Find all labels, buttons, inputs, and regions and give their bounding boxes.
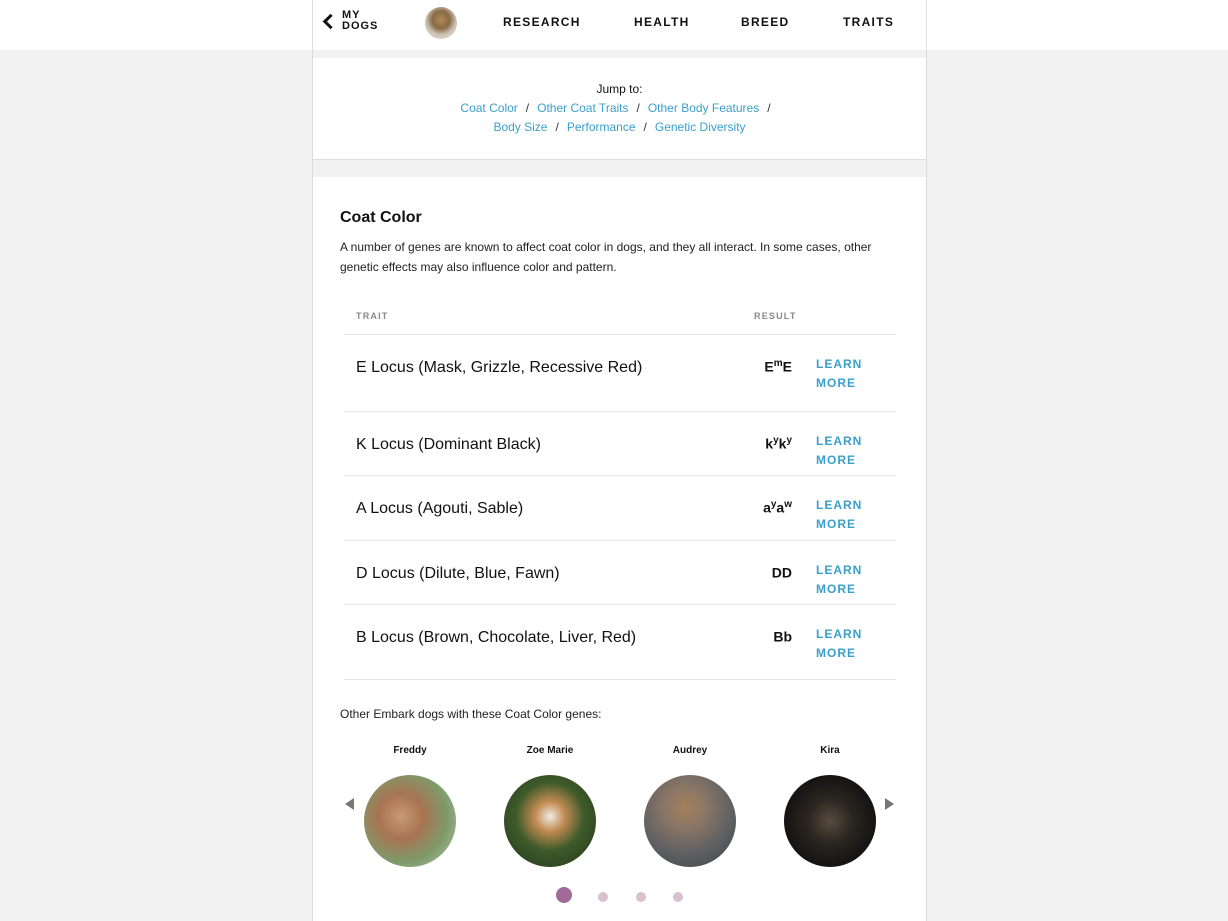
jump-separator: / xyxy=(767,101,771,115)
learn-more-link[interactable]: LEARN MORE xyxy=(816,625,876,663)
dog-name-audrey: Audrey xyxy=(672,745,708,756)
jump-to-panel: Jump to: Coat Color / Other Coat Traits / Ot… xyxy=(313,58,926,160)
chevron-left-icon xyxy=(322,13,339,29)
learn-more-link[interactable]: LEARN MORE xyxy=(816,496,876,534)
dog-name-kira: Kira xyxy=(820,745,840,756)
table-row: D Locus (Dilute, Blue, Fawn) DD LEARN MO… xyxy=(344,540,896,604)
table-row: B Locus (Brown, Chocolate, Liver, Red) B… xyxy=(344,604,896,680)
trait-name: E Locus (Mask, Grizzle, Recessive Red) xyxy=(356,359,643,376)
jump-other-body-features[interactable]: Other Body Features xyxy=(648,101,759,115)
allele-sup: y xyxy=(786,435,792,446)
jump-separator: / xyxy=(636,101,640,115)
dog-avatar[interactable] xyxy=(425,7,457,39)
allele: E xyxy=(782,358,792,375)
column-header-result: RESULT xyxy=(754,311,797,321)
carousel-dot-4[interactable] xyxy=(673,892,683,902)
back-to-my-dogs[interactable]: MY DOGS xyxy=(321,10,382,32)
allele: b xyxy=(783,628,792,645)
jump-performance[interactable]: Performance xyxy=(567,120,636,134)
dog-name-zoe-marie: Zoe Marie xyxy=(526,745,574,756)
carousel-prev-icon[interactable] xyxy=(345,798,354,810)
other-dogs-label: Other Embark dogs with these Coat Color … xyxy=(340,707,602,721)
table-row: K Locus (Dominant Black) kyky LEARN MORE xyxy=(344,411,896,475)
section-description: A number of genes are known to affect co… xyxy=(340,240,872,274)
nav-research[interactable]: RESEARCH xyxy=(503,15,581,29)
nav-health[interactable]: HEALTH xyxy=(634,15,690,29)
allele: B xyxy=(773,628,784,645)
trait-name: D Locus (Dilute, Blue, Fawn) xyxy=(356,565,560,582)
dog-photo-audrey[interactable] xyxy=(644,775,736,867)
learn-more-link[interactable]: LEARN MORE xyxy=(816,432,876,470)
table-row: E Locus (Mask, Grizzle, Recessive Red) E… xyxy=(344,334,896,411)
nav-traits[interactable]: TRAITS xyxy=(843,15,894,29)
carousel-dot-3[interactable] xyxy=(636,892,646,902)
learn-more-link[interactable]: LEARN MORE xyxy=(816,355,876,393)
top-nav: MY DOGS RESEARCH HEALTH BREED TRAITS xyxy=(313,0,926,50)
jump-row-1: Coat Color / Other Coat Traits / Other Body … xyxy=(313,101,926,115)
section-title: Coat Color xyxy=(340,209,422,226)
allele-sup: m xyxy=(773,358,783,369)
dog-photo-zoe-marie[interactable] xyxy=(504,775,596,867)
dog-photo-freddy[interactable] xyxy=(364,775,456,867)
learn-more-link[interactable]: LEARN MORE xyxy=(816,561,876,599)
carousel-dot-1[interactable] xyxy=(556,887,572,903)
jump-title: Jump to: xyxy=(596,82,643,96)
jump-coat-color[interactable]: Coat Color xyxy=(460,101,517,115)
allele: D xyxy=(771,564,782,581)
coat-color-card: Coat Color A number of genes are known t… xyxy=(313,177,926,921)
jump-separator: / xyxy=(643,120,647,134)
jump-separator: / xyxy=(555,120,559,134)
trait-name: B Locus (Brown, Chocolate, Liver, Red) xyxy=(356,629,637,646)
trait-result: Bb xyxy=(773,628,792,645)
traits-table: E Locus (Mask, Grizzle, Recessive Red) E… xyxy=(344,334,896,680)
jump-separator: / xyxy=(525,101,530,115)
trait-name: A Locus (Agouti, Sable) xyxy=(356,500,524,517)
jump-genetic-diversity[interactable]: Genetic Diversity xyxy=(655,120,746,134)
jump-other-coat-traits[interactable]: Other Coat Traits xyxy=(537,101,628,115)
jump-body-size[interactable]: Body Size xyxy=(493,120,547,134)
trait-result: ayaw xyxy=(763,499,792,516)
allele: a xyxy=(763,499,771,516)
carousel-dot-2[interactable] xyxy=(598,892,608,902)
content-column: MY DOGS RESEARCH HEALTH BREED TRAITS Jum… xyxy=(312,0,927,921)
column-header-trait: TRAIT xyxy=(356,311,389,321)
allele: k xyxy=(765,435,774,452)
trait-result: kyky xyxy=(765,435,792,452)
trait-name: K Locus (Dominant Black) xyxy=(356,436,541,453)
dog-photo-kira[interactable] xyxy=(784,775,876,867)
trait-result: EmE xyxy=(764,358,792,375)
allele: D xyxy=(781,564,792,581)
dog-name-freddy: Freddy xyxy=(393,745,427,756)
allele-sup: w xyxy=(784,499,792,510)
carousel-next-icon[interactable] xyxy=(885,798,894,810)
trait-result: DD xyxy=(772,564,792,581)
jump-row-2: Body Size / Performance / Genetic Diversity xyxy=(313,120,926,134)
allele: E xyxy=(764,358,774,375)
nav-breed[interactable]: BREED xyxy=(741,15,790,29)
table-row: A Locus (Agouti, Sable) ayaw LEARN MORE xyxy=(344,475,896,540)
back-label: MY DOGS xyxy=(342,9,379,32)
